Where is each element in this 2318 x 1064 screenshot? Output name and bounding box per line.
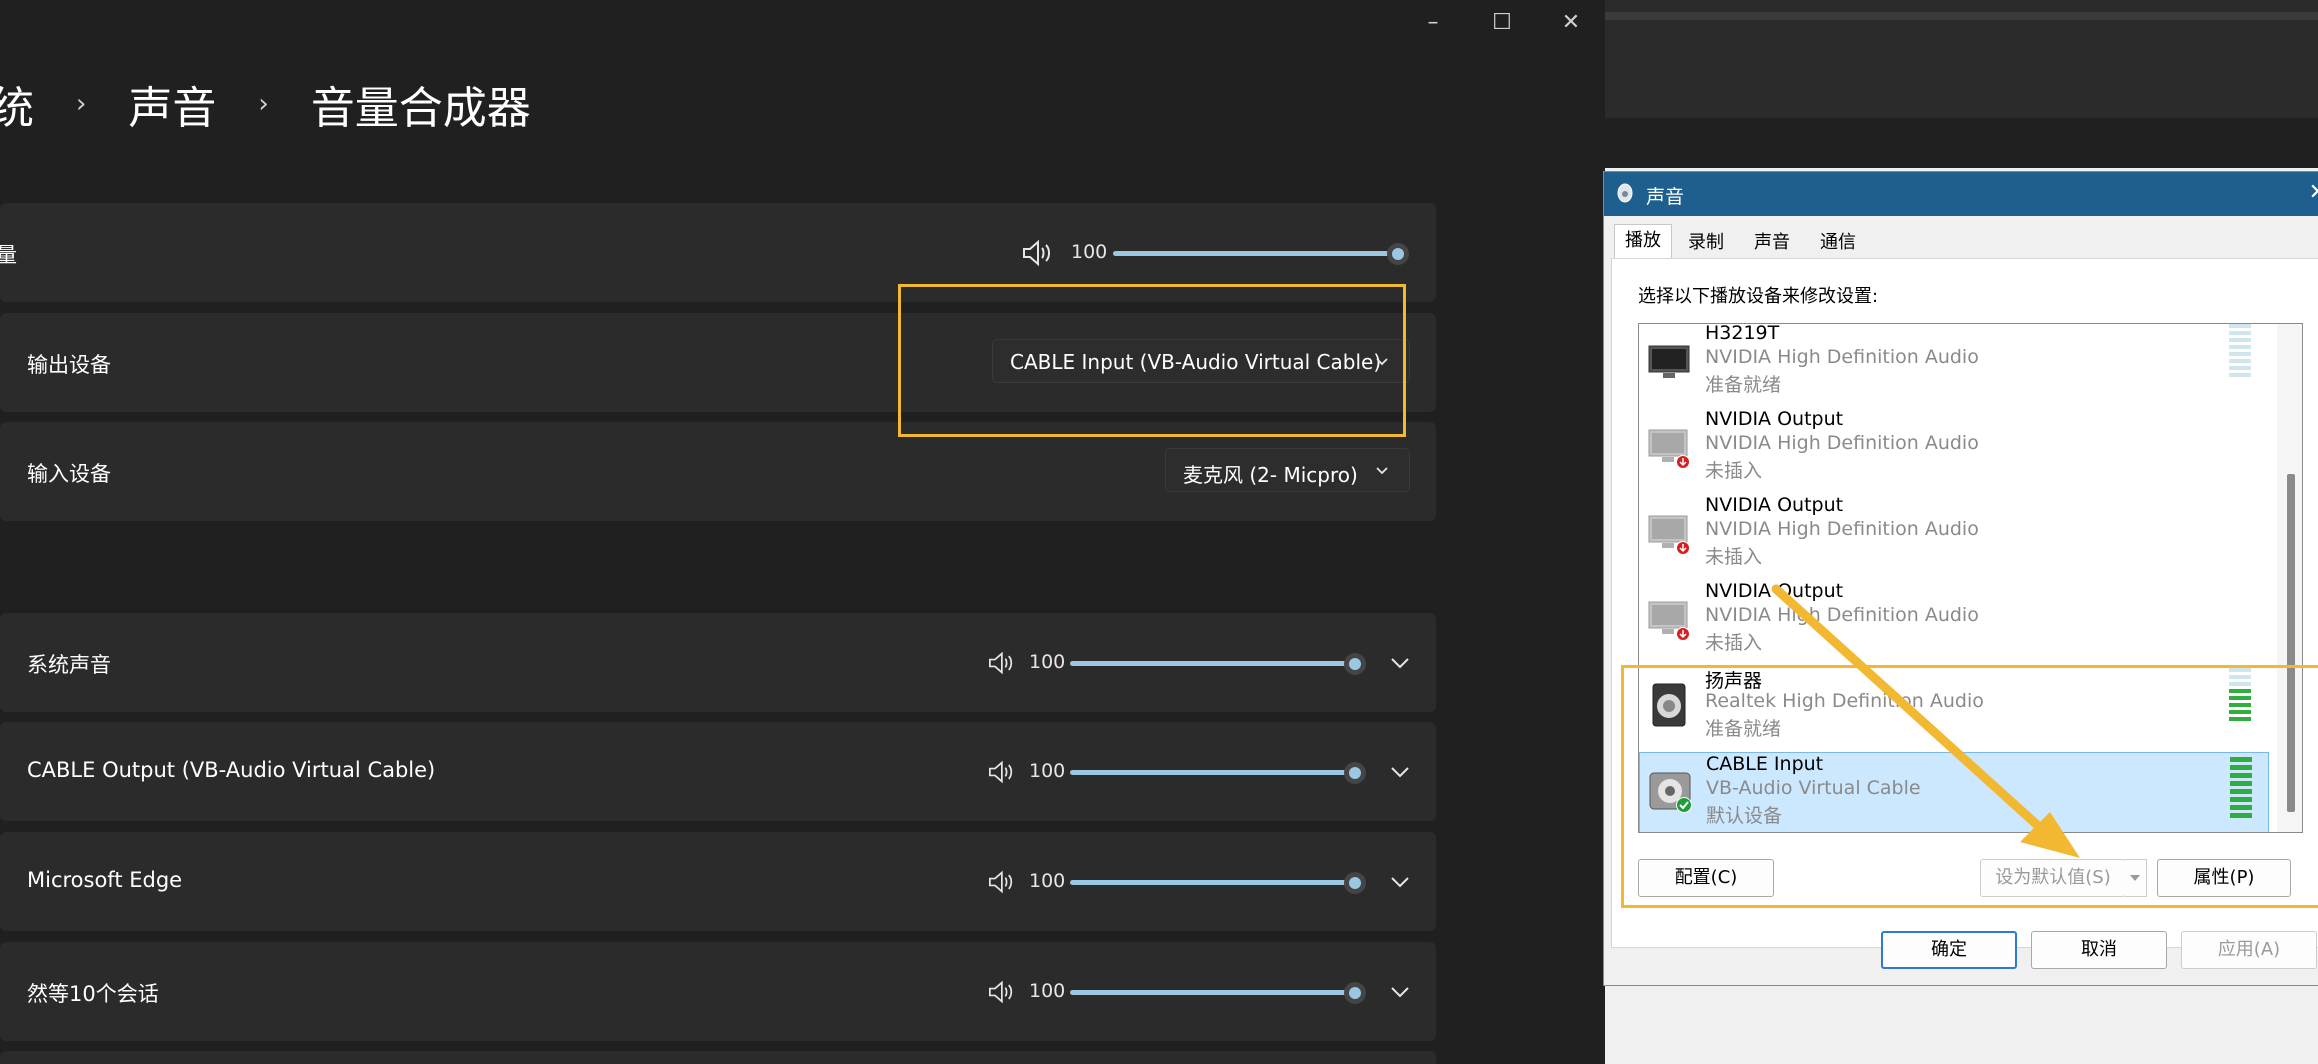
device-name: NVIDIA Output xyxy=(1705,494,1844,516)
device-description: NVIDIA High Definition Audio xyxy=(1705,346,1979,368)
divider xyxy=(1605,12,2318,20)
monitor-icon xyxy=(1648,345,1690,378)
app-row[interactable]: 然等10个会话 100 xyxy=(0,942,1436,1041)
tab-sounds[interactable]: 声音 xyxy=(1744,227,1800,259)
app-name: CABLE Output (VB-Audio Virtual Cable) xyxy=(27,758,436,782)
breadcrumb-system[interactable]: 统 xyxy=(0,72,34,136)
close-icon[interactable]: ✕ xyxy=(2309,180,2318,205)
cancel-button[interactable]: 取消 xyxy=(2031,931,2167,969)
breadcrumb-sound[interactable]: 声音 xyxy=(128,72,216,136)
volume-icon[interactable] xyxy=(987,760,1015,784)
monitor-unplugged-icon xyxy=(1648,515,1690,555)
device-description: NVIDIA High Definition Audio xyxy=(1705,432,1979,454)
apply-button[interactable]: 应用(A) xyxy=(2181,931,2317,969)
app-volume-thumb[interactable] xyxy=(1344,653,1366,675)
tab-recording[interactable]: 录制 xyxy=(1678,227,1734,259)
device-status: 未插入 xyxy=(1705,546,1763,568)
device-name: NVIDIA Output xyxy=(1705,580,1844,602)
output-device-label: 输出设备 xyxy=(27,353,111,377)
app-name: 然等10个会话 xyxy=(27,982,159,1006)
sound-dialog: 声音 ✕ 播放 录制 声音 通信 选择以下播放设备来修改设置: H3219T N… xyxy=(1603,171,2318,986)
input-device-value: 麦克风 (2- Micpro) xyxy=(1183,463,1358,487)
minimize-button[interactable]: – xyxy=(1413,8,1453,38)
device-name: H3219T xyxy=(1705,323,1780,344)
chevron-down-icon[interactable] xyxy=(1389,985,1411,999)
chevron-down-icon xyxy=(1376,467,1388,475)
app-volume-thumb[interactable] xyxy=(1344,872,1366,894)
app-volume-thumb[interactable] xyxy=(1344,982,1366,1004)
breadcrumb: 统 › 声音 › 音量合成器 xyxy=(0,72,531,136)
highlight-box xyxy=(898,284,1406,437)
chevron-down-icon[interactable] xyxy=(1389,875,1411,889)
device-item[interactable]: H3219T NVIDIA High Definition Audio 准备就绪 xyxy=(1639,323,2269,407)
app-volume-slider[interactable] xyxy=(1070,880,1356,885)
app-volume-value: 100 xyxy=(1029,651,1066,673)
page-title: 音量合成器 xyxy=(310,83,531,134)
app-volume-value: 100 xyxy=(1029,980,1066,1002)
master-volume-slider[interactable] xyxy=(1113,251,1399,256)
device-description: NVIDIA High Definition Audio xyxy=(1705,518,1979,540)
device-description: NVIDIA High Definition Audio xyxy=(1705,604,1979,626)
device-status: 准备就绪 xyxy=(1705,374,1782,396)
input-device-dropdown[interactable]: 麦克风 (2- Micpro) xyxy=(1165,448,1410,492)
app-row[interactable]: 系统声音 100 xyxy=(0,613,1436,712)
app-volume-slider[interactable] xyxy=(1070,990,1356,995)
app-row[interactable]: Microsoft Edge 100 xyxy=(0,832,1436,931)
chevron-down-icon[interactable] xyxy=(1389,656,1411,670)
dialog-title: 声音 xyxy=(1646,186,1685,208)
volume-icon[interactable] xyxy=(987,651,1015,675)
app-volume-value: 100 xyxy=(1029,870,1066,892)
device-item[interactable]: NVIDIA Output NVIDIA High Definition Aud… xyxy=(1639,494,2269,579)
device-item[interactable]: NVIDIA Output NVIDIA High Definition Aud… xyxy=(1639,408,2269,493)
volume-icon[interactable] xyxy=(1021,239,1053,267)
highlight-box xyxy=(1621,665,2318,908)
speaker-icon xyxy=(1617,183,1633,203)
app-volume-thumb[interactable] xyxy=(1344,762,1366,784)
chevron-right-icon: › xyxy=(76,89,87,119)
level-meter xyxy=(2229,324,2251,377)
app-volume-slider[interactable] xyxy=(1070,770,1356,775)
tab-playback[interactable]: 播放 xyxy=(1614,224,1672,259)
app-volume-slider[interactable] xyxy=(1070,661,1356,666)
ok-button[interactable]: 确定 xyxy=(1881,931,2017,969)
instruction-text: 选择以下播放设备来修改设置: xyxy=(1638,286,1879,307)
device-item[interactable]: NVIDIA Output NVIDIA High Definition Aud… xyxy=(1639,580,2269,665)
settings-window: – ☐ ✕ 统 › 声音 › 音量合成器 量 100 输出设备 CABLE In… xyxy=(0,0,1605,1064)
app-row[interactable] xyxy=(0,1051,1436,1064)
device-status: 未插入 xyxy=(1705,460,1763,482)
monitor-unplugged-icon xyxy=(1648,601,1690,641)
app-volume-value: 100 xyxy=(1029,760,1066,782)
input-device-label: 输入设备 xyxy=(27,462,111,486)
device-status: 未插入 xyxy=(1705,632,1763,654)
volume-icon[interactable] xyxy=(987,870,1015,894)
app-name: 系统声音 xyxy=(27,653,111,677)
chevron-right-icon: › xyxy=(258,89,269,119)
volume-icon[interactable] xyxy=(987,980,1015,1004)
dialog-titlebar: 声音 ✕ xyxy=(1604,172,2318,216)
background-toolbar xyxy=(1605,118,2318,168)
close-button[interactable]: ✕ xyxy=(1551,8,1591,38)
maximize-button[interactable]: ☐ xyxy=(1482,8,1522,38)
tab-communications[interactable]: 通信 xyxy=(1810,227,1866,259)
app-row[interactable]: CABLE Output (VB-Audio Virtual Cable) 10… xyxy=(0,722,1436,821)
app-name: Microsoft Edge xyxy=(27,868,183,892)
monitor-unplugged-icon xyxy=(1648,429,1690,469)
master-volume-label: 量 xyxy=(0,243,17,267)
master-volume-value: 100 xyxy=(1071,241,1108,263)
master-volume-thumb[interactable] xyxy=(1387,243,1409,265)
chevron-down-icon[interactable] xyxy=(1389,765,1411,779)
device-name: NVIDIA Output xyxy=(1705,408,1844,430)
